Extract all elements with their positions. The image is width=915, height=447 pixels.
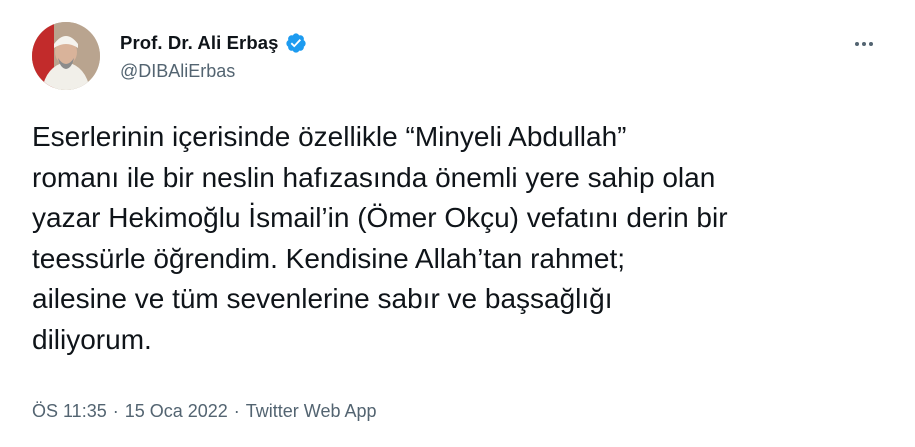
verified-badge-icon — [285, 33, 306, 53]
tweet-text-line: Eserlerinin içerisinde özellikle “Minyel… — [32, 121, 627, 152]
tweet-date[interactable]: 15 Oca 2022 — [125, 401, 228, 422]
tweet-text-line: diliyorum. — [32, 323, 152, 355]
tweet-source[interactable]: Twitter Web App — [246, 401, 377, 422]
tweet-text-line: romanı ile bir neslin hafızasında önemli… — [32, 161, 716, 193]
avatar[interactable] — [32, 22, 100, 90]
tweet-text: Eserlerinin içerisinde özellikle “Minyel… — [32, 117, 892, 360]
meta-separator: · — [233, 401, 240, 421]
tweet-card: Prof. Dr. Ali Erbaş @DIBAliErbas Eserler… — [0, 0, 915, 447]
more-horizontal-icon — [862, 42, 866, 46]
tweet-time[interactable]: ÖS 11:35 — [32, 401, 107, 422]
tweet-meta: ÖS 11:35 · 15 Oca 2022 · Twitter Web App — [32, 401, 377, 422]
tweet-text-line: yazar Hekimoğlu İsmail’in (Ömer Okçu) ve… — [32, 202, 728, 233]
author-handle[interactable]: @DIBAliErbas — [120, 61, 307, 82]
author-display-name[interactable]: Prof. Dr. Ali Erbaş — [120, 32, 279, 54]
author-name-row: Prof. Dr. Ali Erbaş — [120, 31, 307, 55]
author-block: Prof. Dr. Ali Erbaş @DIBAliErbas — [120, 31, 307, 82]
more-options-button[interactable] — [851, 34, 877, 54]
more-horizontal-icon — [855, 42, 859, 46]
more-horizontal-icon — [869, 42, 873, 46]
meta-separator: · — [112, 401, 119, 421]
tweet-text-line: teessürle öğrendim. Kendisine Allah’tan … — [32, 242, 626, 274]
tweet-text-line: ailesine ve tüm sevenlerine sabır ve baş… — [32, 283, 613, 314]
avatar-image — [32, 22, 100, 90]
